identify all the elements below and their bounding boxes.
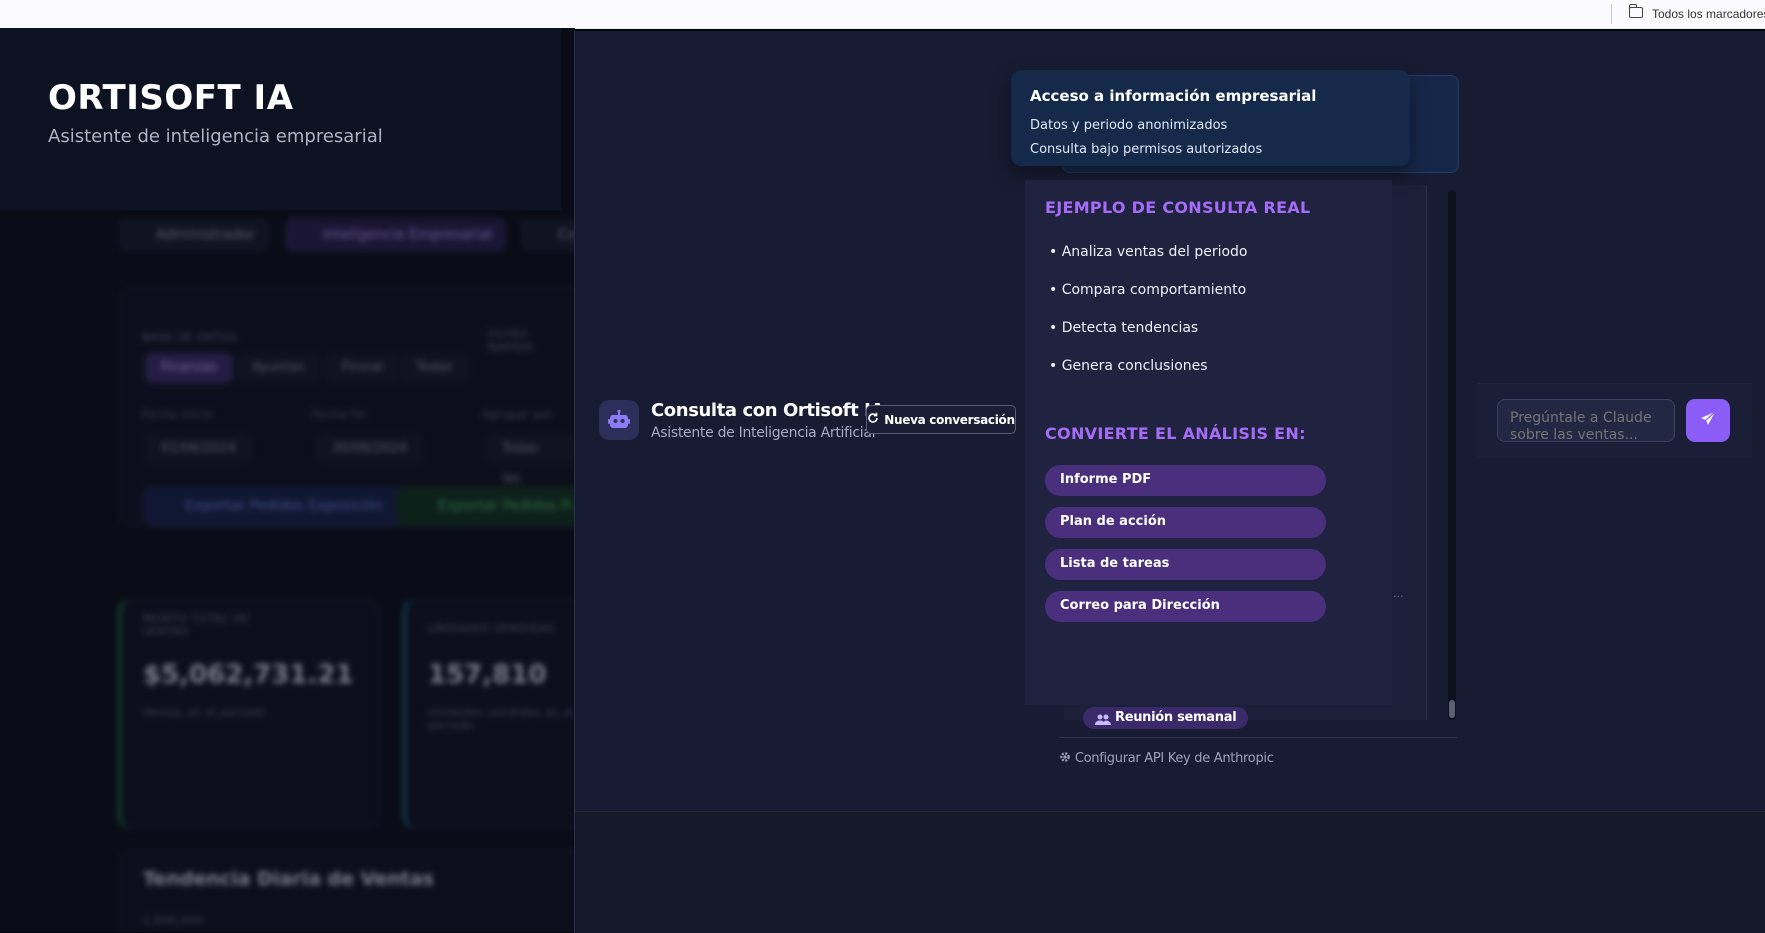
bg-base-label: BASE DE DATOS: [142, 331, 238, 344]
refresh-icon: [867, 412, 879, 427]
tooltip-line-2: Consulta bajo permisos autorizados: [1030, 142, 1263, 157]
bg-tab-other: Co: [520, 218, 575, 252]
chat-subtitle: Asistente de Inteligencia Artificial: [651, 425, 876, 441]
output-option-email[interactable]: Correo para Dirección: [1045, 591, 1326, 622]
new-conversation-button[interactable]: Nueva conversación: [866, 405, 1016, 434]
paper-plane-icon: [1700, 411, 1716, 431]
example-bullet: • Detecta tendencias: [1049, 320, 1199, 336]
bg-export-b: Exportar Pedidos Fi: [396, 486, 575, 526]
config-row: Configurar API Key de Anthropic: [1059, 737, 1457, 766]
all-bookmarks-link[interactable]: Todos los marcadores: [1652, 7, 1765, 21]
bg-period-0: Finanzas: [145, 353, 234, 383]
tooltip-title: Acceso a información empresarial: [1030, 87, 1317, 105]
bg-tab-admin: Administrador: [118, 218, 269, 252]
bg-start-label: Fecha inicio: [142, 408, 213, 421]
bg-group-value: Todas las: [486, 434, 575, 486]
example-overlay: EJEMPLO DE CONSULTA REAL • Analiza venta…: [1025, 180, 1392, 705]
example-heading: EJEMPLO DE CONSULTA REAL: [1045, 198, 1311, 217]
folder-icon[interactable]: [1628, 4, 1643, 18]
bg-metric2-note: Unidades vendidas en el periodo: [428, 706, 575, 732]
bookmarks-bar: Todos los marcadores: [0, 0, 1765, 29]
bg-metric1-value: $5,062,731.21: [143, 660, 354, 690]
modal-lower-area: [574, 811, 1765, 933]
bg-group-label: Agrupar por: [482, 408, 554, 421]
bg-period-1: Ayuntas: [236, 353, 321, 383]
tooltip-line-1: Datos y periodo anonimizados: [1030, 118, 1228, 133]
chat-scrollbar[interactable]: [1448, 190, 1456, 720]
bg-tab-intelligence: Inteligencia Empresarial: [285, 218, 507, 252]
bg-end-date: 30/06/2024: [316, 434, 423, 464]
example-bullet: • Analiza ventas del periodo: [1049, 244, 1248, 260]
bg-end-label: Fecha fin: [312, 408, 367, 421]
bg-start-date: 01/06/2024: [145, 434, 252, 464]
bg-period-2: Finvial: [326, 353, 400, 383]
bg-metric2-value: 157,810: [428, 660, 547, 690]
bg-metric1-note: Ventas en el periodo: [143, 706, 267, 719]
bg-period-3: Todas: [400, 353, 469, 383]
configure-api-key-link[interactable]: Configurar API Key de Anthropic: [1059, 751, 1274, 766]
convert-heading: CONVIERTE EL ANÁLISIS EN:: [1045, 424, 1306, 443]
chat-title: Consulta con Ortisoft IA: [651, 400, 884, 421]
chat-input-area: [1477, 383, 1752, 458]
gear-icon: [1059, 751, 1075, 766]
bg-filter-label: FILTRO RAPIDO: [488, 328, 533, 354]
output-option-pdf[interactable]: Informe PDF: [1045, 465, 1326, 496]
output-option-action-plan[interactable]: Plan de acción: [1045, 507, 1326, 538]
example-bullet: • Genera conclusiones: [1049, 358, 1208, 374]
meeting-chip[interactable]: Reunión semanal: [1083, 707, 1249, 729]
ellipsis-text: ...: [1393, 587, 1404, 600]
bg-trend-sub: 1,600,000: [143, 914, 204, 927]
robot-icon: [599, 400, 639, 440]
new-conversation-label: Nueva conversación: [884, 412, 1015, 427]
output-option-task-list[interactable]: Lista de tareas: [1045, 549, 1326, 580]
bg-trend-title: Tendencia Diaria de Ventas: [143, 868, 434, 890]
bg-export-a: Exportar Pedidos Exposición: [143, 486, 405, 526]
meeting-chip-label: Reunión semanal: [1115, 710, 1237, 725]
chat-input[interactable]: [1497, 399, 1675, 442]
brand-title: ORTISOFT IA: [48, 78, 294, 118]
bg-metric1-label: MONTO TOTAL DE VENTAS: [143, 612, 250, 638]
brand-header: ORTISOFT IA Asistente de inteligencia em…: [0, 28, 561, 210]
brand-subtitle: Asistente de inteligencia empresarial: [48, 126, 383, 147]
bookmarks-separator: [1611, 4, 1612, 24]
users-icon: [1095, 711, 1111, 733]
chat-scrollbar-thumb[interactable]: [1449, 700, 1455, 718]
send-button[interactable]: [1686, 399, 1730, 442]
example-bullet: • Compara comportamiento: [1049, 282, 1247, 298]
info-tooltip: Acceso a información empresarial Datos y…: [1011, 70, 1410, 166]
configure-api-key-label: Configurar API Key de Anthropic: [1074, 751, 1274, 766]
bg-metric2-label: UNIDADES VENDIDAS: [428, 622, 555, 635]
